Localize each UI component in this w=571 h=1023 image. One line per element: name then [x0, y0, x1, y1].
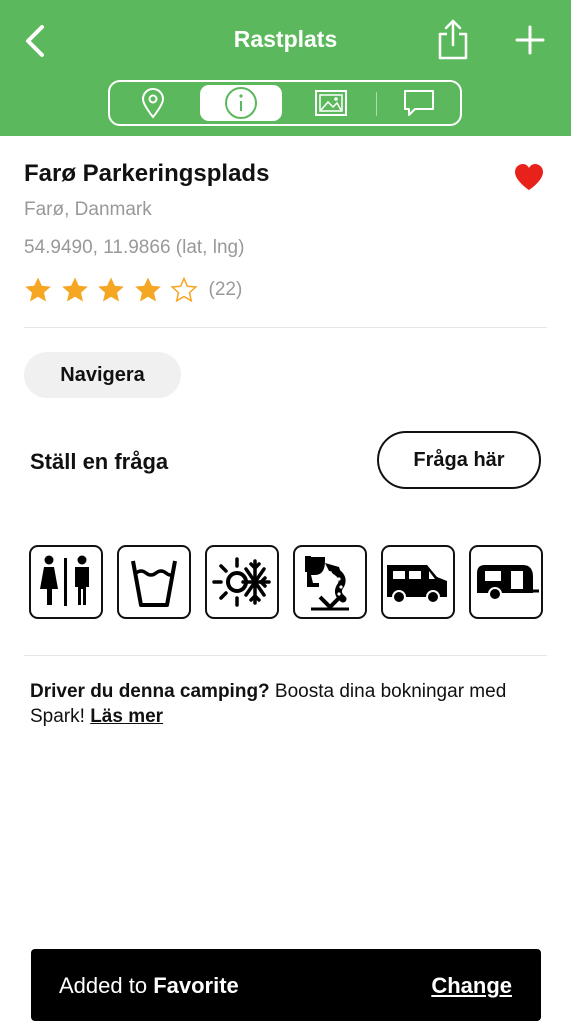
navigate-button[interactable]: Navigera [24, 352, 181, 398]
favorite-button[interactable] [513, 162, 545, 192]
winter-summer-icon [212, 557, 271, 607]
place-name: Farø Parkeringsplads [24, 160, 270, 187]
promo-text: Driver du denna camping? Boosta dina bok… [30, 679, 530, 729]
star-filled-icon [61, 277, 88, 302]
toilets-icon [40, 555, 89, 606]
section-tabs [108, 80, 462, 126]
page-title: Rastplats [233, 26, 338, 52]
snackbar-prefix: Added to [59, 973, 154, 998]
divider [24, 327, 547, 328]
snackbar: Added to Favorite Change [31, 949, 541, 1021]
share-icon [438, 19, 468, 60]
share-button[interactable] [436, 18, 470, 60]
comment-icon [404, 90, 434, 116]
tab-info[interactable] [200, 85, 282, 121]
star-filled-icon [25, 277, 51, 302]
caravan-icon [477, 565, 539, 601]
ask-here-button[interactable]: Fråga här [377, 431, 541, 489]
place-coordinates: 54.9490, 11.9866 (lat, lng) [24, 237, 245, 258]
divider [24, 655, 547, 656]
amenity-caravan[interactable] [469, 545, 543, 619]
add-button[interactable] [515, 25, 545, 55]
change-button[interactable]: Change [431, 973, 512, 999]
chemical-toilet-disposal-icon [305, 556, 349, 611]
motorhome-icon [387, 565, 447, 604]
map-pin-icon [141, 88, 165, 119]
top-nav-bar: Rastplats [0, 0, 571, 136]
image-icon [315, 90, 347, 116]
heart-icon [515, 164, 543, 190]
tab-photos[interactable] [290, 85, 372, 121]
amenity-toilets[interactable] [29, 545, 103, 619]
snackbar-emphasis: Favorite [153, 973, 239, 998]
info-icon [225, 87, 257, 119]
amenity-motorhome[interactable] [381, 545, 455, 619]
drinking-water-icon [131, 560, 177, 607]
ask-question-label: Ställ en fråga [30, 449, 169, 474]
snackbar-message: Added to Favorite [59, 973, 239, 999]
star-filled-icon [98, 277, 124, 302]
tab-location[interactable] [112, 85, 194, 121]
read-more-link[interactable]: Läs mer [90, 706, 163, 727]
star-empty-icon [170, 276, 198, 303]
star-filled-icon [134, 277, 161, 302]
review-count: (22) [208, 279, 243, 300]
promo-bold: Driver du denna camping? [30, 681, 270, 702]
amenity-winter-summer[interactable] [205, 545, 279, 619]
amenity-drinking-water[interactable] [117, 545, 191, 619]
tab-comments[interactable] [378, 85, 460, 121]
amenity-chemical-toilet-disposal[interactable] [293, 545, 367, 619]
tab-divider [376, 92, 377, 116]
plus-icon [515, 25, 545, 55]
place-location: Farø, Danmark [24, 199, 152, 220]
rating[interactable]: (22) [24, 274, 242, 306]
